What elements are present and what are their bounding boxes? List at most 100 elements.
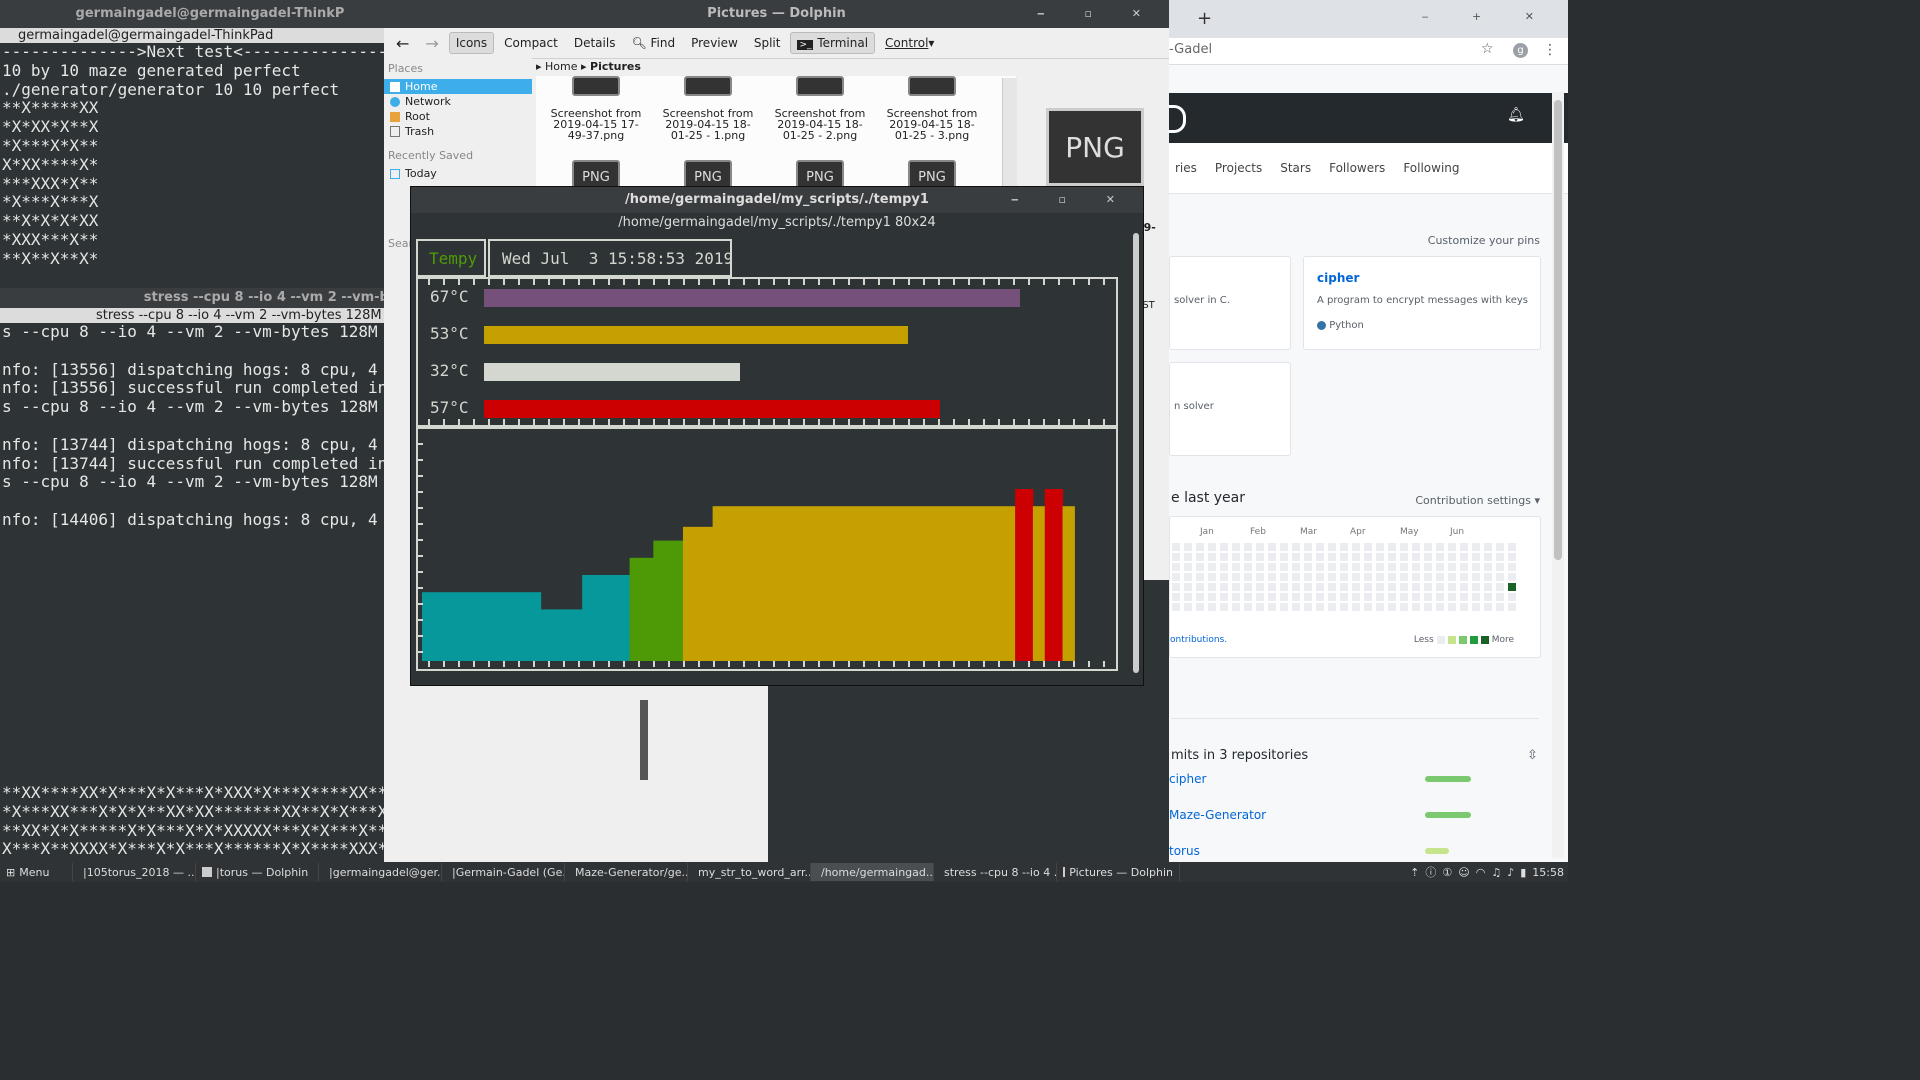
page-scrollbar[interactable] — [1552, 92, 1564, 858]
bell-icon[interactable]: 🔔︎ — [1507, 107, 1525, 123]
view-details-button[interactable]: Details — [568, 33, 622, 53]
places-item-trash[interactable]: Trash — [384, 124, 532, 139]
repo-link-maze-generator[interactable]: Maze-Generator — [1169, 808, 1266, 822]
preview-button[interactable]: Preview — [685, 33, 744, 53]
file-item[interactable]: Screenshot from 2019-04-15 18-01-25 - 3.… — [882, 76, 982, 141]
history-tick — [1013, 661, 1015, 667]
upload-icon[interactable]: ⇡ — [1410, 866, 1419, 879]
back-icon[interactable]: ← — [390, 31, 415, 56]
repo-link-torus[interactable]: torus — [1169, 844, 1200, 858]
alert-icon[interactable]: ⓘ — [1425, 864, 1436, 880]
breadcrumb-pictures[interactable]: Pictures — [590, 60, 641, 73]
file-item[interactable]: Screenshot from 2019-04-15 18-01-25 - 1.… — [658, 76, 758, 141]
address-bar[interactable]: -Gadel ☆ g ⋮ — [1169, 38, 1568, 65]
terminal-scrollbar[interactable] — [1133, 233, 1139, 673]
recent-item-today[interactable]: Today — [384, 166, 532, 181]
terminal-window-maze-bottom[interactable]: **XX****XX*X***X*X***X*XXX*X***X****XX**… — [0, 780, 387, 862]
contribution-settings-button[interactable]: Contribution settings ▾ — [1415, 494, 1540, 507]
taskbar-item[interactable]: |torus — Dolphin — [196, 863, 319, 881]
terminal-button[interactable]: >_ Terminal — [790, 32, 876, 54]
window-controls[interactable]: ‒ ▫ ✕ — [1011, 187, 1133, 213]
history-tick — [803, 661, 805, 667]
view-icons-button[interactable]: Icons — [448, 32, 495, 54]
gauge-tick — [908, 279, 910, 285]
contribution-cell — [1292, 573, 1300, 581]
wifi-icon[interactable]: ◠ — [1476, 866, 1486, 879]
gauge-tick — [563, 279, 565, 285]
taskbar-item[interactable]: stress --cpu 8 --io 4 ... — [934, 863, 1057, 881]
customize-pins-link[interactable]: Customize your pins — [1428, 234, 1540, 247]
battery-icon[interactable]: ▮ — [1520, 866, 1526, 879]
view-compact-button[interactable]: Compact — [498, 33, 564, 53]
github-logo-icon[interactable] — [1169, 105, 1186, 133]
places-item-network[interactable]: Network — [384, 94, 532, 109]
avatar[interactable]: g — [1513, 43, 1528, 58]
breadcrumb-home[interactable]: Home — [545, 60, 577, 73]
control-button[interactable]: Control▾ — [879, 33, 940, 53]
music-icon[interactable]: ♫ — [1491, 866, 1501, 879]
tab-followers[interactable]: Followers — [1329, 161, 1385, 175]
contribution-cell — [1364, 573, 1372, 581]
places-item-home[interactable]: Home — [384, 79, 532, 94]
taskbar-item[interactable]: Maze-Generator/ge... — [565, 863, 688, 881]
terminal-window-maze[interactable]: germaingadel@germaingadel-ThinkP germain… — [0, 0, 420, 290]
contribution-cell — [1220, 563, 1228, 571]
contribution-cell — [1472, 593, 1480, 601]
menu-icon[interactable]: ⋮ — [1543, 42, 1557, 58]
window-controls[interactable]: ‒ + ✕ — [1422, 10, 1554, 23]
repo-title[interactable]: cipher — [1304, 257, 1540, 285]
terminal-tab[interactable]: germaingadel@germaingadel-ThinkPad — [0, 28, 420, 43]
taskbar-item[interactable]: |Germain-Gadel (Ge... — [442, 863, 565, 881]
tab-following[interactable]: Following — [1403, 161, 1459, 175]
places-item-root[interactable]: Root — [384, 109, 532, 124]
contribution-cell — [1292, 593, 1300, 601]
user-icon[interactable]: ☺ — [1458, 866, 1469, 879]
new-tab-icon[interactable]: + — [1197, 8, 1212, 29]
taskbar-item[interactable]: /home/germaingad... — [811, 863, 934, 881]
file-view-scrollbar[interactable] — [1002, 78, 1017, 188]
network-icon — [390, 96, 400, 107]
terminal-scrollbar[interactable] — [640, 700, 648, 780]
contributions-link[interactable]: ontributions. — [1170, 635, 1227, 645]
taskbar-item[interactable]: Pictures — Dolphin — [1057, 863, 1180, 881]
taskbar-item-label: |germaingadel@ger... — [329, 865, 442, 879]
taskbar-item[interactable]: my_str_to_word_arr... — [688, 863, 811, 881]
gauge-tick — [1013, 279, 1015, 285]
volume-icon[interactable]: ♪ — [1507, 866, 1514, 879]
terminal-tab[interactable]: /home/germaingadel/my_scripts/./tempy1 8… — [411, 213, 1143, 233]
repo-link-cipher[interactable]: cipher — [1169, 772, 1206, 786]
history-tick — [788, 661, 790, 667]
gauge-tick — [1088, 419, 1090, 425]
tab-projects[interactable]: Projects — [1215, 161, 1262, 175]
window-controls[interactable]: ‒ ▫ ✕ — [1037, 0, 1159, 28]
tempy-window[interactable]: /home/germaingadel/my_scripts/./tempy1 ‒… — [410, 186, 1144, 686]
tab-repositories[interactable]: ries — [1175, 161, 1197, 175]
file-item[interactable]: Screenshot from 2019-04-15 18-01-25 - 2.… — [770, 76, 870, 141]
split-button[interactable]: Split — [748, 33, 787, 53]
star-icon[interactable]: ☆ — [1481, 41, 1494, 57]
pinned-repo-card[interactable]: n solver — [1169, 362, 1291, 456]
collapse-icon[interactable]: ⇳ — [1527, 748, 1538, 763]
contribution-cell — [1364, 563, 1372, 571]
terminal-line: *X***X***X — [2, 192, 99, 212]
clock[interactable]: 15:58 — [1532, 866, 1564, 879]
gauge-tick — [1073, 419, 1075, 425]
history-bar — [1015, 489, 1034, 661]
contribution-cell — [1244, 543, 1252, 551]
taskbar-item[interactable]: |germaingadel@ger... — [319, 863, 442, 881]
taskbar-item[interactable]: |105torus_2018 — ... — [73, 863, 196, 881]
pinned-repo-card[interactable]: cipher A program to encrypt messages wit… — [1303, 256, 1541, 350]
gauge-tick — [488, 419, 490, 425]
start-menu-button[interactable]: ⊞ Menu — [0, 863, 73, 881]
gauge-tick — [503, 279, 505, 285]
gauge-tick — [1103, 419, 1105, 425]
updates-icon[interactable]: ① — [1442, 866, 1452, 879]
url-text[interactable]: -Gadel — [1169, 42, 1212, 57]
tab-stars[interactable]: Stars — [1280, 161, 1311, 175]
forward-icon[interactable]: → — [419, 31, 444, 56]
file-item[interactable]: Screenshot from 2019-04-15 17-49-37.png — [546, 76, 646, 141]
pinned-repo-card[interactable]: solver in C. — [1169, 256, 1291, 350]
chrome-window[interactable]: + ‒ + ✕ -Gadel ☆ g ⋮ 🔔︎ ries Projects St… — [1169, 0, 1568, 862]
history-tick — [1058, 661, 1060, 667]
find-button[interactable]: 🔍︎ Find — [625, 33, 681, 53]
